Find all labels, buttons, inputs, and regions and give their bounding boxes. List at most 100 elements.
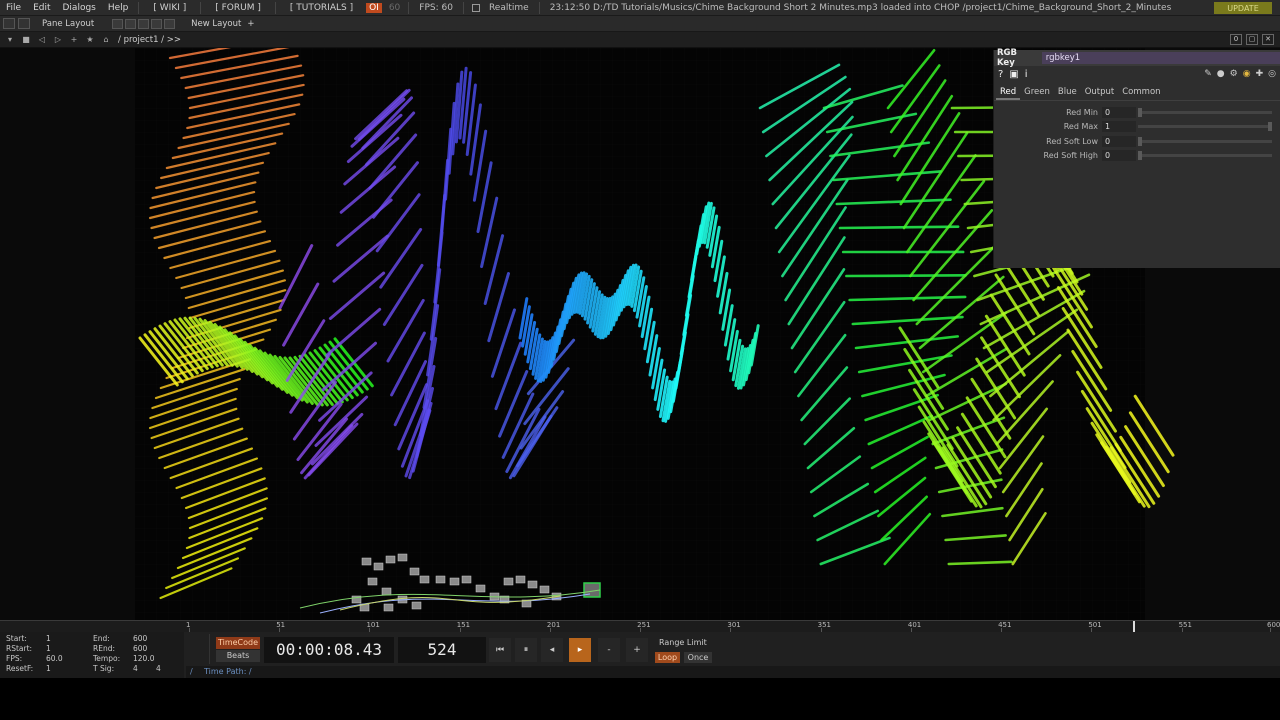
- add-layout-button[interactable]: +: [247, 19, 254, 29]
- info-icon[interactable]: i: [1025, 69, 1028, 80]
- timecode-display[interactable]: 00:00:08.43: [264, 637, 394, 663]
- menu-help[interactable]: Help: [102, 3, 135, 13]
- fps-value[interactable]: 60.0: [46, 654, 63, 663]
- network-node[interactable]: [515, 575, 526, 584]
- rstart-value[interactable]: 1: [46, 644, 51, 653]
- tab-common[interactable]: Common: [1118, 86, 1164, 100]
- maximize-icon[interactable]: ▢: [1246, 34, 1258, 45]
- network-node[interactable]: [411, 601, 422, 610]
- param-slider[interactable]: [1138, 151, 1272, 161]
- once-button[interactable]: Once: [684, 652, 712, 663]
- network-node[interactable]: [367, 577, 378, 586]
- wiki-link[interactable]: [ WIKI ]: [143, 3, 196, 13]
- param-value-field[interactable]: 0: [1102, 150, 1136, 162]
- comment-icon[interactable]: ●: [1217, 69, 1225, 79]
- tutorials-link[interactable]: [ TUTORIALS ]: [280, 3, 363, 13]
- slider-knob[interactable]: [1268, 122, 1272, 132]
- target-icon[interactable]: ◎: [1268, 69, 1276, 79]
- end-value[interactable]: 600: [133, 634, 147, 643]
- layout-5-button[interactable]: [164, 18, 176, 29]
- rend-value[interactable]: 600: [133, 644, 147, 653]
- slider-knob[interactable]: [1138, 136, 1142, 146]
- tab-red[interactable]: Red: [996, 86, 1021, 100]
- resetf-value[interactable]: 1: [46, 664, 51, 673]
- forum-link[interactable]: [ FORUM ]: [205, 3, 271, 13]
- network-node[interactable]: [409, 567, 420, 576]
- layout-2-button[interactable]: [125, 18, 137, 29]
- color-icon[interactable]: ◉: [1243, 69, 1251, 79]
- tab-blue[interactable]: Blue: [1054, 86, 1081, 100]
- timeline-tick-label: 401: [907, 621, 922, 629]
- layout-1-button[interactable]: [112, 18, 124, 29]
- step-back-button[interactable]: -: [598, 638, 620, 662]
- frame-display[interactable]: 524: [398, 637, 486, 663]
- network-node[interactable]: [373, 562, 384, 571]
- param-value-field[interactable]: 0: [1102, 135, 1136, 147]
- time-path-bar[interactable]: / Time Path: /: [186, 666, 1280, 678]
- network-node[interactable]: [475, 584, 486, 593]
- slider-knob[interactable]: [1138, 151, 1142, 161]
- home-icon[interactable]: ⌂: [100, 34, 112, 45]
- menu-dialogs[interactable]: Dialogs: [57, 3, 102, 13]
- stop-icon[interactable]: ■: [20, 34, 32, 45]
- param-slider[interactable]: [1138, 107, 1272, 117]
- network-node[interactable]: [449, 577, 460, 586]
- network-node[interactable]: [435, 575, 446, 584]
- menu-file[interactable]: File: [0, 3, 27, 13]
- tsig-denominator[interactable]: 4: [156, 664, 161, 673]
- realtime-checkbox[interactable]: [471, 3, 480, 12]
- network-node[interactable]: [461, 575, 472, 584]
- play-backward-button[interactable]: ◂: [541, 638, 563, 662]
- slider-knob[interactable]: [1138, 107, 1142, 117]
- dropdown-icon[interactable]: ▾: [4, 34, 16, 45]
- network-node[interactable]: [381, 587, 392, 596]
- up-icon[interactable]: +: [68, 34, 80, 45]
- operator-name-field[interactable]: rgbkey1: [1041, 52, 1280, 64]
- param-slider[interactable]: [1138, 122, 1272, 132]
- layout-4-button[interactable]: [151, 18, 163, 29]
- python-icon[interactable]: ▣: [1009, 69, 1018, 80]
- back-icon[interactable]: ◁: [36, 34, 48, 45]
- help-icon[interactable]: ?: [998, 69, 1003, 80]
- network-node[interactable]: [527, 580, 538, 589]
- add-icon[interactable]: ✚: [1256, 69, 1264, 79]
- close-icon[interactable]: ✕: [1262, 34, 1274, 45]
- update-button[interactable]: UPDATE: [1214, 2, 1272, 14]
- pane-menu-icon[interactable]: [18, 18, 30, 29]
- network-node[interactable]: [385, 555, 396, 564]
- network-path[interactable]: / project1 / >>: [118, 35, 181, 45]
- param-value-field[interactable]: 0: [1102, 106, 1136, 118]
- oi-indicator[interactable]: OI: [366, 2, 382, 13]
- param-slider[interactable]: [1138, 136, 1272, 146]
- timeline-tick-label: 1: [186, 621, 191, 629]
- start-value[interactable]: 1: [46, 634, 51, 643]
- zero-button[interactable]: 0: [1230, 34, 1242, 45]
- forward-icon[interactable]: ▷: [52, 34, 64, 45]
- timeline-ruler[interactable]: 1 51 101 151 201 251 301 351 401 451 501 551 600: [0, 620, 1280, 633]
- bookmark-icon[interactable]: ★: [84, 34, 96, 45]
- skip-to-start-button[interactable]: ⏮: [489, 638, 511, 662]
- step-forward-button[interactable]: +: [626, 638, 648, 662]
- cog-icon[interactable]: ⚙: [1230, 69, 1238, 79]
- layout-3-button[interactable]: [138, 18, 150, 29]
- pane-split-icon[interactable]: [3, 18, 15, 29]
- pause-button[interactable]: ⏸: [515, 638, 537, 662]
- new-layout-tab[interactable]: New Layout: [191, 19, 241, 29]
- pencil-icon[interactable]: ✎: [1204, 69, 1212, 79]
- tsig-numerator[interactable]: 4: [133, 664, 138, 673]
- network-node[interactable]: [539, 585, 550, 594]
- param-value-field[interactable]: 1: [1102, 121, 1136, 133]
- loop-button[interactable]: Loop: [655, 652, 680, 663]
- network-node[interactable]: [419, 575, 430, 584]
- network-node[interactable]: [503, 577, 514, 586]
- network-node[interactable]: [397, 553, 408, 562]
- tab-output[interactable]: Output: [1081, 86, 1119, 100]
- play-button[interactable]: ▸: [569, 638, 591, 662]
- timecode-button[interactable]: TimeCode: [216, 637, 260, 649]
- beats-button[interactable]: Beats: [216, 650, 260, 662]
- tab-green[interactable]: Green: [1020, 86, 1054, 100]
- tempo-value[interactable]: 120.0: [133, 654, 154, 663]
- network-node[interactable]: [361, 557, 372, 566]
- network-node[interactable]: [383, 603, 394, 612]
- menu-edit[interactable]: Edit: [27, 3, 56, 13]
